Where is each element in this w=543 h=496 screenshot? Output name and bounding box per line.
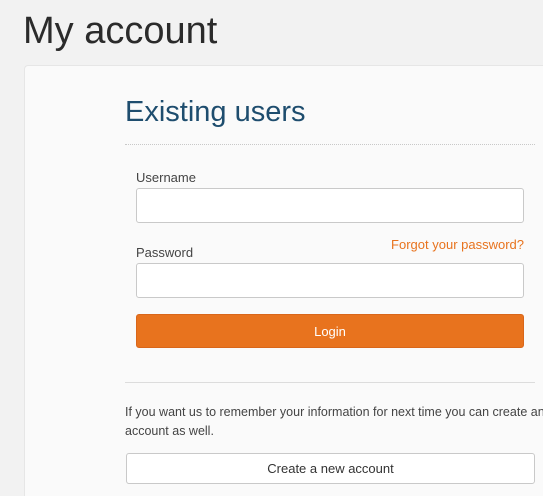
- heading-divider: [125, 144, 535, 145]
- login-panel: Existing users Username Password Forgot …: [24, 65, 543, 496]
- create-account-button[interactable]: Create a new account: [126, 453, 535, 484]
- password-label: Password: [136, 245, 194, 260]
- section-divider: [125, 382, 535, 383]
- username-input[interactable]: [136, 188, 524, 223]
- login-button[interactable]: Login: [136, 314, 524, 348]
- create-account-info: If you want us to remember your informat…: [125, 405, 543, 438]
- forgot-password-link[interactable]: Forgot your password?: [391, 237, 524, 253]
- page: My account Existing users Username Passw…: [0, 0, 543, 496]
- existing-users-heading: Existing users: [125, 96, 306, 128]
- username-label: Username: [136, 170, 196, 185]
- password-input[interactable]: [136, 263, 524, 298]
- page-title: My account: [23, 10, 218, 52]
